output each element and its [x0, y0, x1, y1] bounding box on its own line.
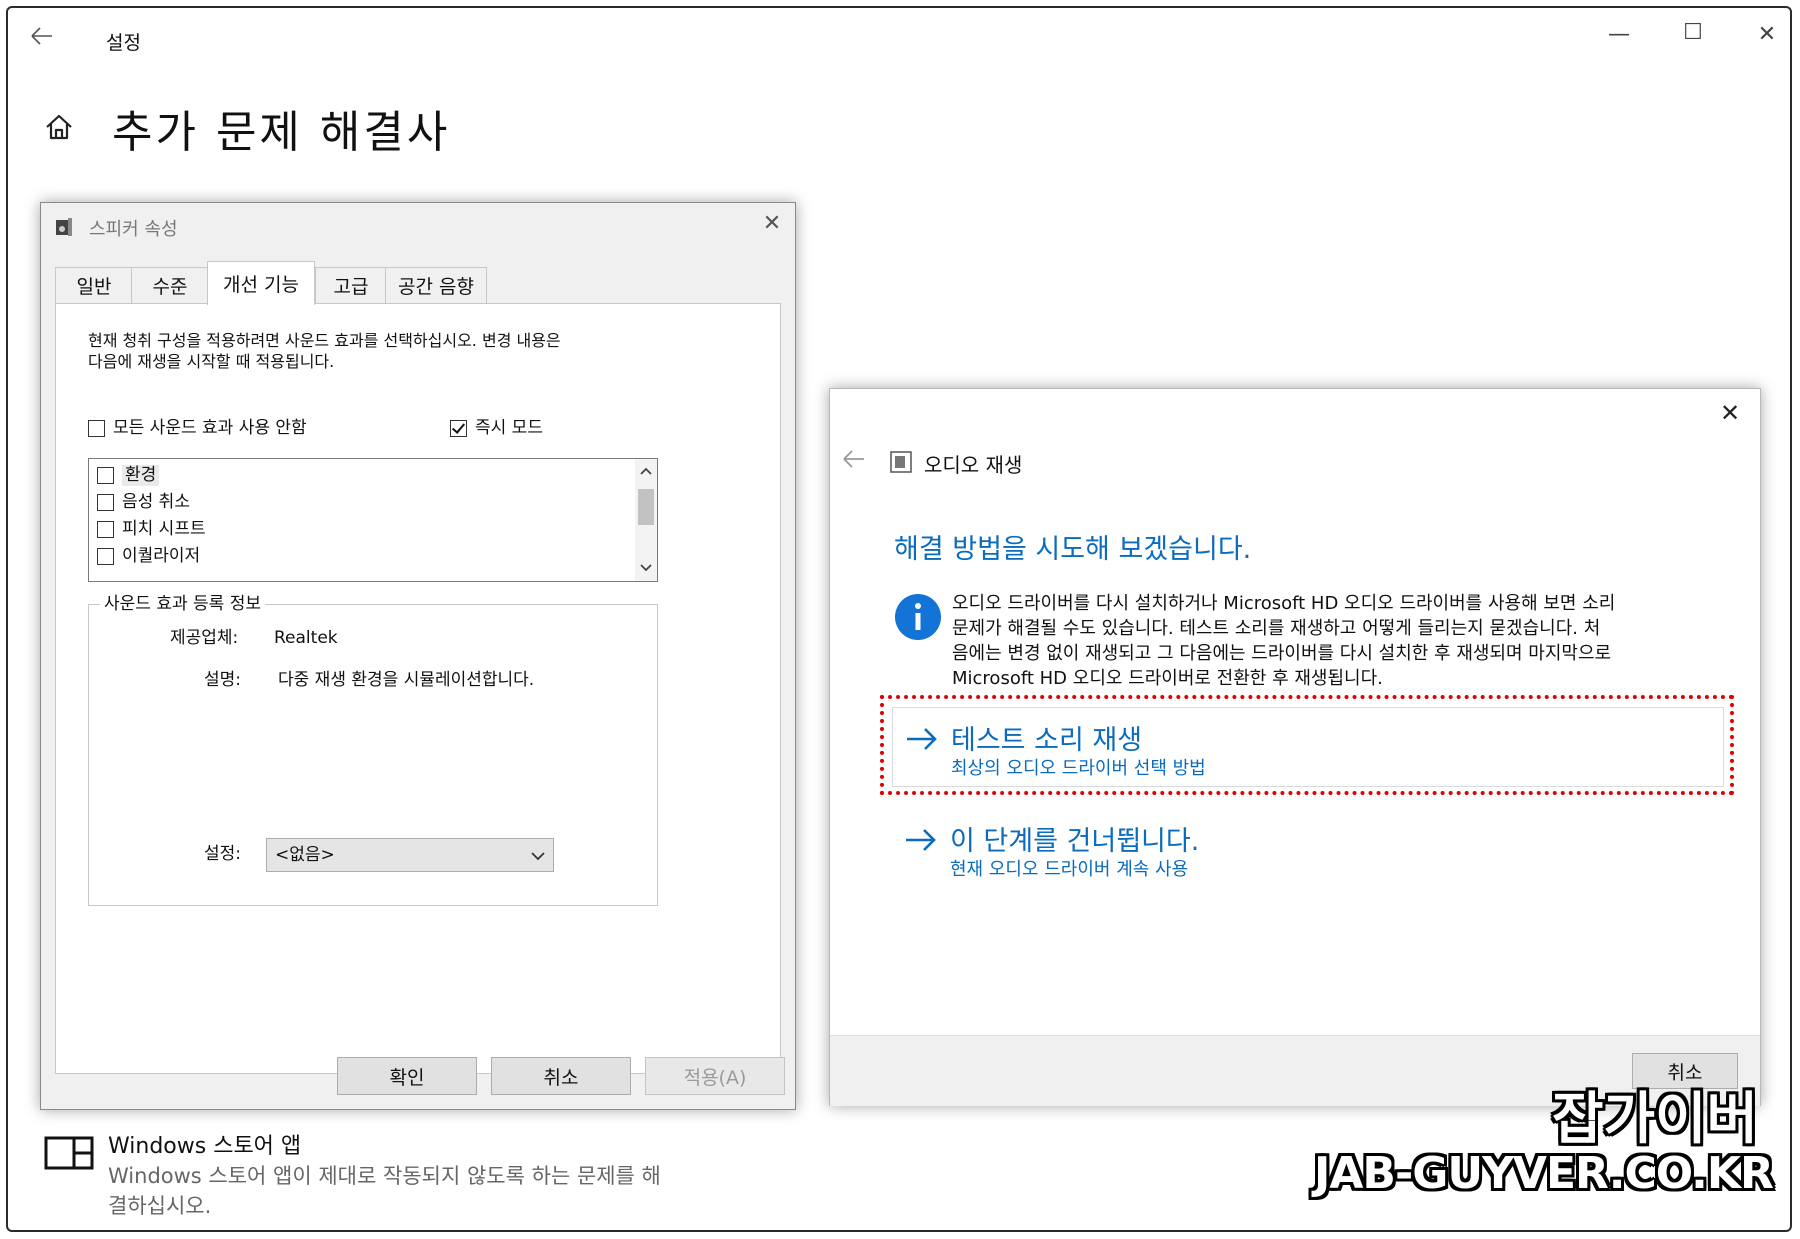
checkbox-label: 즉시 모드	[475, 418, 543, 438]
tab-label: 고급	[333, 276, 369, 298]
info-line: 문제가 해결될 수도 있습니다. 테스트 소리를 재생하고 어떻게 들리는지 묻…	[952, 618, 1601, 639]
ok-button[interactable]: 확인	[337, 1057, 477, 1095]
troubleshooter-icon	[890, 451, 912, 473]
checkbox-box	[97, 467, 114, 484]
tab-enhancements[interactable]: 개선 기능	[207, 261, 315, 305]
description-value: 다중 재생 환경을 시뮬레이션합니다.	[278, 670, 535, 690]
button-label: 확인	[389, 1066, 425, 1089]
store-app-desc-line1: Windows 스토어 앱이 제대로 작동되지 않도록 하는 문제를 해	[108, 1164, 661, 1188]
chevron-down-icon	[531, 852, 545, 861]
provider-value: Realtek	[274, 628, 338, 648]
play-test-sound-option[interactable]: 테스트 소리 재생 최상의 오디오 드라이버 선택 방법	[892, 707, 1724, 787]
close-icon: ✕	[1719, 399, 1741, 427]
right-arrow-icon	[907, 728, 937, 750]
window-title: 설정	[106, 32, 141, 54]
maximize-button[interactable]: ☐	[1678, 20, 1708, 45]
checkbox-checked	[450, 420, 467, 437]
description-line2: 다음에 재생을 시작할 때 적용됩니다.	[88, 352, 335, 371]
info-text: 오디오 드라이버를 다시 설치하거나 Microsoft HD 오디오 드라이버…	[952, 591, 1615, 691]
enhancements-panel: 현재 청취 구성을 적용하려면 사운드 효과를 선택하십시오. 변경 내용은 다…	[55, 303, 781, 1074]
effect-label: 환경	[122, 465, 160, 486]
option2-subtitle: 현재 오디오 드라이버 계속 사용	[950, 859, 1189, 880]
info-line: 오디오 드라이버를 다시 설치하거나 Microsoft HD 오디오 드라이버…	[952, 593, 1616, 614]
effect-label: 이퀄라이저	[122, 546, 201, 566]
back-arrow-icon	[31, 27, 52, 45]
button-label: 취소	[543, 1066, 579, 1089]
option2-title: 이 단계를 건너뜁니다.	[950, 826, 1200, 857]
list-item[interactable]: 음성 취소	[97, 492, 190, 513]
back-button[interactable]	[30, 20, 70, 52]
tab-label: 수준	[152, 276, 188, 298]
ts-heading: 해결 방법을 시도해 보겠습니다.	[894, 534, 1252, 565]
checkbox-label: 모든 사운드 효과 사용 안함	[113, 418, 307, 438]
description-line1: 현재 청취 구성을 적용하려면 사운드 효과를 선택하십시오. 변경 내용은	[88, 331, 561, 350]
immediate-mode-checkbox[interactable]: 즉시 모드	[450, 418, 543, 439]
dialog-title: 스피커 속성	[89, 219, 178, 240]
tab-general[interactable]: 일반	[55, 267, 133, 303]
watermark-url: JAB-GUYVER.CO.KR	[1314, 1148, 1774, 1199]
home-button[interactable]	[44, 112, 78, 146]
scrollbar-thumb[interactable]	[638, 489, 654, 525]
option1-subtitle: 최상의 오디오 드라이버 선택 방법	[951, 758, 1206, 779]
group-title: 사운드 효과 등록 정보	[100, 594, 265, 615]
speaker-properties-dialog: 스피커 속성 ✕ 일반 수준 개선 기능 고급 공간 음향 현재 청취 구성을 …	[40, 202, 796, 1110]
page-title: 추가 문제 해결사	[112, 107, 451, 158]
cancel-button[interactable]: 취소	[491, 1057, 631, 1095]
tab-label: 일반	[76, 276, 112, 298]
disable-all-effects-checkbox[interactable]: 모든 사운드 효과 사용 안함	[88, 418, 307, 439]
info-line: Microsoft HD 오디오 드라이버로 전환한 후 재생됩니다.	[952, 668, 1383, 689]
list-item[interactable]: 피치 시프트	[97, 519, 206, 540]
provider-label: 제공업체:	[170, 628, 239, 648]
tab-label: 개선 기능	[223, 274, 299, 296]
info-icon	[895, 594, 941, 640]
tab-levels[interactable]: 수준	[131, 267, 209, 303]
minimize-icon: —	[1608, 22, 1630, 47]
speaker-icon	[56, 218, 72, 236]
close-button[interactable]: ✕	[1752, 22, 1782, 47]
setting-selected-value: <없음>	[275, 845, 335, 865]
apply-button[interactable]: 적용(A)	[645, 1057, 785, 1095]
list-scrollbar[interactable]	[635, 459, 657, 581]
watermark-title: 잡가이버	[1552, 1087, 1759, 1152]
setting-label: 설정:	[204, 844, 242, 864]
home-icon	[46, 114, 72, 140]
ts-back-button[interactable]	[842, 449, 870, 473]
info-line: 음에는 변경 없이 재생되고 그 다음에는 드라이버를 다시 설치한 후 재생되…	[952, 643, 1612, 664]
checkbox-box	[97, 548, 114, 565]
ts-title: 오디오 재생	[924, 453, 1023, 477]
chevron-down-icon	[640, 564, 652, 572]
close-icon: ✕	[1757, 22, 1777, 47]
effects-list[interactable]: 환경 음성 취소 피치 시프트 이퀄라이저	[88, 458, 658, 582]
maximize-icon: ☐	[1683, 20, 1703, 45]
back-arrow-icon	[843, 450, 864, 468]
tab-label: 공간 음향	[398, 276, 474, 298]
chevron-up-icon	[640, 467, 652, 475]
right-arrow-icon	[906, 829, 936, 851]
list-item[interactable]: 환경	[97, 465, 160, 486]
skip-step-option[interactable]: 이 단계를 건너뜁니다. 현재 오디오 드라이버 계속 사용	[892, 809, 1724, 889]
effect-label: 음성 취소	[122, 492, 190, 512]
store-app-item[interactable]: Windows 스토어 앱 Windows 스토어 앱이 제대로 작동되지 않도…	[44, 1126, 764, 1226]
description-label: 설명:	[204, 670, 242, 690]
dialog-close-button[interactable]: ✕	[757, 211, 787, 241]
close-icon: ✕	[762, 211, 782, 236]
list-item[interactable]: 이퀄라이저	[97, 546, 200, 567]
checkbox-box	[97, 494, 114, 511]
option1-title: 테스트 소리 재생	[951, 725, 1143, 756]
audio-troubleshooter-dialog: ✕ 오디오 재생 해결 방법을 시도해 보겠습니다. 오디오 드라이버를 다시 …	[829, 388, 1761, 1106]
minimize-button[interactable]: —	[1604, 22, 1634, 47]
tab-spatial-sound[interactable]: 공간 음향	[385, 267, 487, 303]
checkbox-box	[88, 420, 105, 437]
button-label: 적용(A)	[683, 1066, 747, 1089]
store-window-icon	[44, 1136, 94, 1170]
effect-label: 피치 시프트	[122, 519, 206, 539]
store-app-title: Windows 스토어 앱	[108, 1134, 302, 1159]
store-app-desc-line2: 결하십시오.	[108, 1194, 212, 1218]
ts-close-button[interactable]: ✕	[1714, 399, 1746, 431]
tab-advanced[interactable]: 고급	[315, 267, 387, 303]
setting-select[interactable]: <없음>	[266, 838, 554, 872]
checkbox-box	[97, 521, 114, 538]
